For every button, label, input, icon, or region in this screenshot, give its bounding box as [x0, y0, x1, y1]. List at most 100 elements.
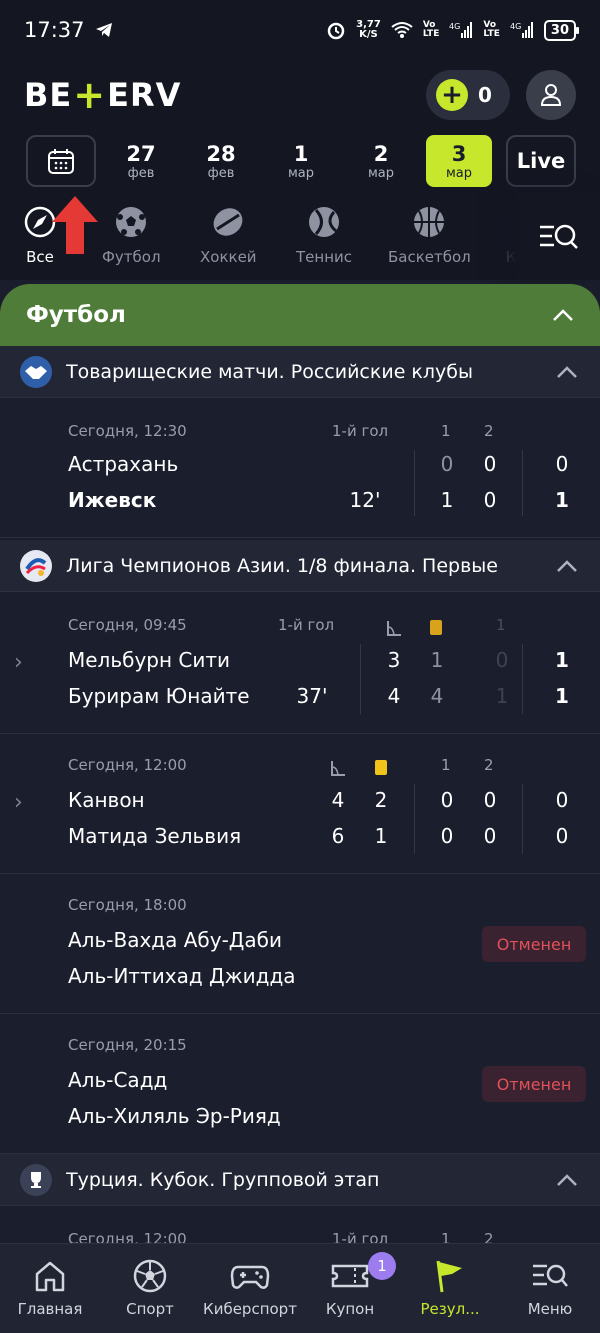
red-arrow-icon [52, 196, 98, 254]
nav-home[interactable]: Главная [0, 1244, 100, 1333]
date-day: 1 [293, 141, 309, 166]
svg-text:4G: 4G [510, 22, 521, 31]
sport-tab-tennis[interactable]: Теннис [296, 204, 352, 266]
date-month: фев [207, 165, 235, 181]
calendar-button[interactable] [26, 135, 96, 187]
chevron-up-icon [557, 1173, 577, 1186]
logo-left: BE [24, 76, 73, 114]
date-28-feb[interactable]: 28 фев [186, 135, 256, 187]
nav-esports[interactable]: Киберспорт [200, 1244, 300, 1333]
battery-indicator: 30 [543, 19, 580, 41]
date-2-mar[interactable]: 2 мар [346, 135, 416, 187]
match-row[interactable]: › Сегодня, 09:45 1-й гол 1 Мельбурн Сити… [0, 594, 600, 734]
sport-tab-hockey[interactable]: Хоккей [200, 204, 257, 266]
sport-tab-basketball[interactable]: Баскетбол [388, 204, 471, 266]
score-away-total: 1 [555, 488, 569, 512]
svg-text:4G: 4G [449, 22, 460, 31]
corners-home: 4 [331, 788, 345, 812]
score-away-total: 0 [555, 824, 569, 848]
team-away: Аль-Иттихад Джидда [68, 964, 296, 988]
status-badge-cancelled: Отменен [482, 926, 586, 962]
basketball-icon [411, 204, 447, 240]
betboom-logo[interactable]: BE + ERV [24, 76, 181, 114]
yellow-card-icon [375, 760, 387, 775]
date-month: мар [287, 165, 315, 181]
date-27-feb[interactable]: 27 фев [106, 135, 176, 187]
team-away: Ижевск [68, 488, 157, 512]
score-home-total: 0 [555, 452, 569, 476]
nav-label: Спорт [126, 1300, 174, 1318]
sport-tab-football[interactable]: Футбол [102, 204, 161, 266]
nav-label: Резул... [420, 1300, 480, 1318]
chevron-right-icon[interactable]: › [14, 650, 23, 675]
match-time: Сегодня, 12:00 [68, 756, 187, 774]
live-button[interactable]: Live [506, 135, 576, 187]
nav-label: Главная [17, 1300, 83, 1318]
score-home-h2: 0 [483, 788, 497, 812]
half-2-header: 2 [484, 756, 494, 774]
date-3-mar-selected[interactable]: 3 мар [426, 135, 492, 187]
date-month: мар [367, 165, 395, 181]
corner-flag-icon [387, 621, 401, 636]
match-row[interactable]: Сегодня, 12:00 1-й гол 1 2 [0, 1206, 600, 1246]
nav-sport[interactable]: Спорт [100, 1244, 200, 1333]
match-time: Сегодня, 20:15 [68, 1036, 187, 1054]
date-month: фев [127, 165, 155, 181]
chevron-right-icon[interactable]: › [14, 790, 23, 815]
league-header[interactable]: Товарищеские матчи. Российские клубы [0, 346, 600, 398]
bottom-navigation: Главная Спорт Киберспорт 1 Купон Резул..… [0, 1243, 600, 1333]
soccer-ball-icon [133, 1259, 167, 1293]
half-2-header: 2 [484, 422, 494, 440]
hockey-puck-icon [210, 204, 246, 240]
sport-tab-label: Хоккей [200, 248, 257, 266]
section-header-football[interactable]: Футбол [0, 284, 600, 346]
profile-button[interactable] [526, 70, 576, 120]
match-row[interactable]: Сегодня, 18:00 Аль-Вахда Абу-Даби Аль-Ит… [0, 874, 600, 1014]
score-home-h2: 0 [483, 452, 497, 476]
nav-label: Купон [325, 1300, 375, 1318]
nav-coupon[interactable]: 1 Купон [300, 1244, 400, 1333]
balance-pill[interactable]: + 0 [426, 70, 510, 120]
league-title: Турция. Кубок. Групповой этап [66, 1168, 380, 1191]
cards-away: 4 [430, 684, 444, 708]
corner-flag-icon [331, 761, 345, 776]
team-home: Канвон [68, 788, 145, 812]
sport-filter-button[interactable] [518, 192, 600, 280]
team-home: Аль-Вахда Абу-Даби [68, 928, 283, 952]
sport-tab-label: Все [26, 248, 54, 266]
cards-home: 2 [374, 788, 388, 812]
match-minute: 37' [296, 684, 328, 708]
chevron-up-icon [553, 309, 573, 321]
nav-results[interactable]: Резул... [400, 1244, 500, 1333]
alarm-icon [326, 20, 346, 40]
score-away-h1: 1 [440, 488, 454, 512]
clock: 17:37 [24, 18, 85, 42]
team-away: Бурирам Юнайте [68, 684, 250, 708]
team-home: Мельбурн Сити [68, 648, 231, 672]
score-away-period: 1 [495, 684, 509, 708]
date-day: 27 [126, 141, 156, 166]
calendar-icon [48, 149, 74, 174]
add-funds-button[interactable]: + [436, 79, 468, 111]
nav-menu[interactable]: Меню [500, 1244, 600, 1333]
score-away-h2: 0 [483, 488, 497, 512]
league-title: Лига Чемпионов Азии. 1/8 финала. Первые [66, 554, 498, 577]
date-1-mar[interactable]: 1 мар [266, 135, 336, 187]
signal-icon-1: 4G [449, 21, 473, 39]
afc-logo-icon [20, 549, 52, 582]
league-header[interactable]: Турция. Кубок. Групповой этап [0, 1154, 600, 1206]
status-bar: 17:37 3,77 K/S Vo LTE 4G Vo LTE 4G 30 [0, 0, 600, 60]
corners-home: 3 [387, 648, 401, 672]
section-title: Футбол [26, 302, 126, 328]
balance-amount: 0 [478, 83, 492, 107]
yellow-card-icon [430, 620, 442, 635]
date-day: 2 [373, 141, 389, 166]
match-row[interactable]: Сегодня, 20:15 Аль-Садд Аль-Хиляль Эр-Ри… [0, 1014, 600, 1154]
coupon-count-badge: 1 [368, 1252, 396, 1280]
score-home-total: 0 [555, 788, 569, 812]
menu-search-icon [533, 1264, 568, 1287]
match-row[interactable]: › Сегодня, 12:00 1 2 Канвон Матида Зельв… [0, 734, 600, 874]
league-header[interactable]: Лига Чемпионов Азии. 1/8 финала. Первые [0, 540, 600, 592]
telegram-icon [95, 22, 113, 38]
match-row[interactable]: Сегодня, 12:30 1-й гол 1 2 Астрахань Иже… [0, 398, 600, 538]
